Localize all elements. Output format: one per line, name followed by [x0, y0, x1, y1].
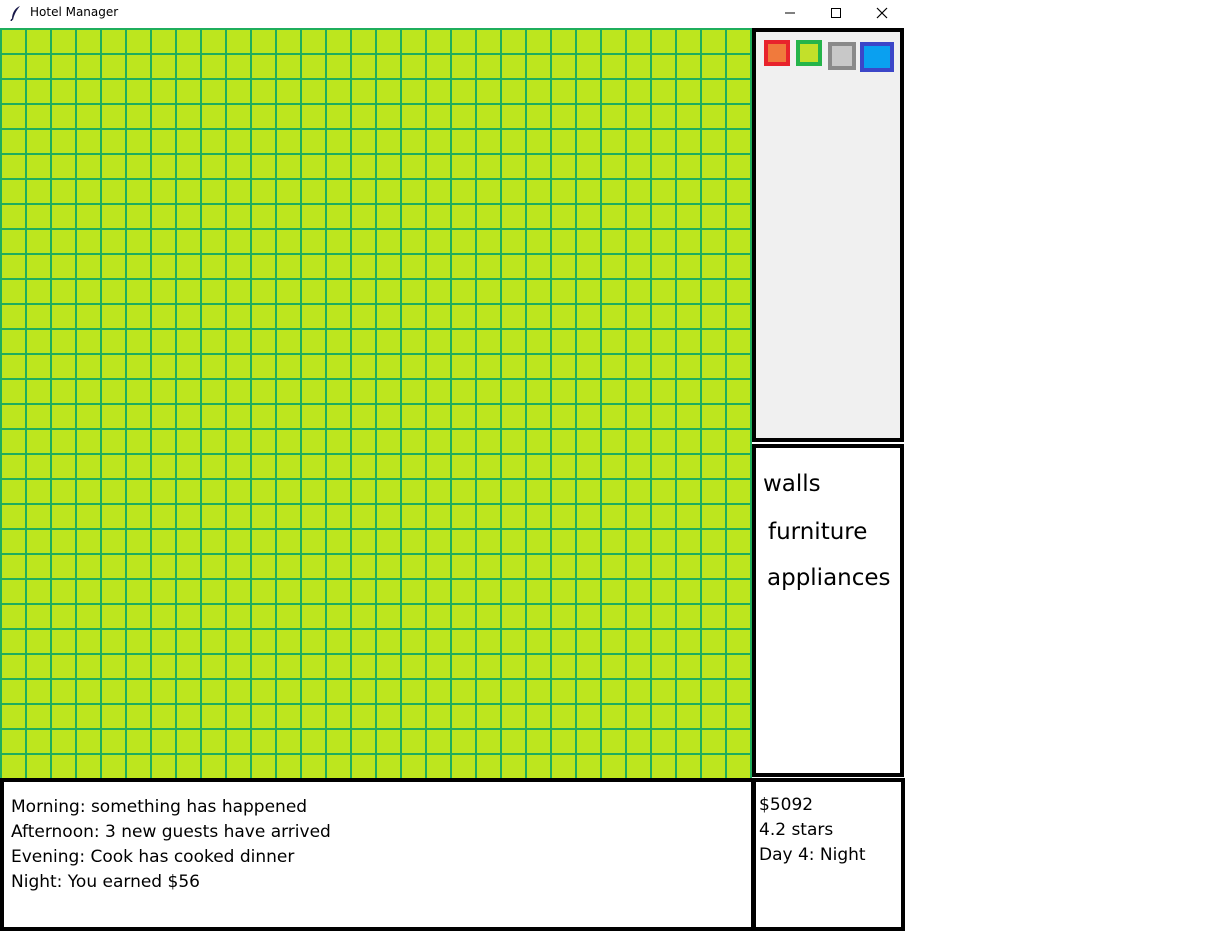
category-furniture[interactable]: furniture	[768, 518, 867, 546]
rating-readout: 4.2 stars	[759, 820, 834, 840]
minimize-button[interactable]	[767, 0, 813, 26]
money-readout: $5092	[759, 795, 814, 815]
category-appliances[interactable]: appliances	[767, 564, 891, 592]
event-log-panel: Morning: something has happened Afternoo…	[0, 778, 755, 931]
maximize-icon	[830, 7, 842, 19]
title-bar: Hotel Manager	[0, 0, 905, 26]
category-walls[interactable]: walls	[763, 470, 821, 498]
maximize-button[interactable]	[813, 0, 859, 26]
log-afternoon: Afternoon: 3 new guests have arrived	[11, 822, 331, 842]
tile-palette-panel	[752, 28, 904, 442]
minimize-icon	[784, 7, 796, 19]
log-morning: Morning: something has happened	[11, 797, 308, 817]
palette-swatch-gray[interactable]	[828, 42, 856, 70]
palette-swatch-red[interactable]	[764, 40, 790, 66]
window-title: Hotel Manager	[30, 5, 119, 19]
close-button[interactable]	[859, 0, 905, 26]
category-panel: walls furniture appliances	[752, 444, 904, 777]
feather-icon	[9, 5, 23, 22]
log-night: Night: You earned $56	[11, 872, 200, 892]
close-icon	[876, 7, 888, 19]
hotel-build-grid[interactable]	[0, 28, 752, 778]
log-evening: Evening: Cook has cooked dinner	[11, 847, 295, 867]
palette-swatch-blue[interactable]	[860, 42, 894, 72]
day-readout: Day 4: Night	[759, 845, 866, 865]
stats-panel: $5092 4.2 stars Day 4: Night	[752, 778, 905, 931]
palette-swatch-green[interactable]	[796, 40, 822, 66]
